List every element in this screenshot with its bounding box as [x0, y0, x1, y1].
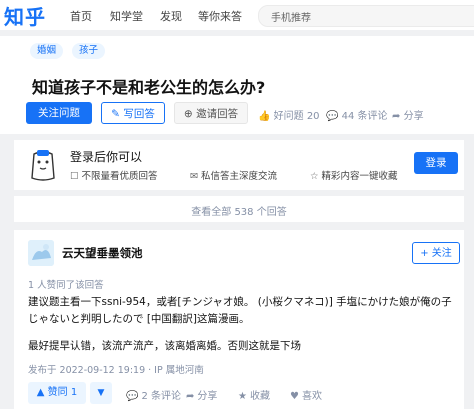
login-prompt-title: 登录后你可以 [70, 150, 143, 164]
answer-share-label: 分享 [197, 391, 218, 402]
topic-tag-children[interactable]: 孩子 [72, 43, 106, 59]
login-button[interactable]: 登录 [414, 152, 458, 174]
perk-label: 不限量看优质回答 [81, 171, 158, 182]
question-title: 知道孩子不是和老公生的怎么办? [32, 78, 266, 97]
zhihu-logo[interactable]: 知乎 [4, 1, 46, 30]
triangle-down-icon: ▼ [97, 388, 105, 398]
answer-like-label: 喜欢 [301, 391, 322, 402]
answer-paragraph-2: 最好提早认错，该流产流产，该离婚离婚。否则这就是下场 [28, 340, 301, 352]
person-plus-icon: ⊕ [183, 108, 193, 120]
answer-paragraph-1: 建议题主看一下ssni-954，或者[チンジャオ娘。 (小桜クマネコ)] 手塩に… [28, 296, 452, 325]
write-answer-button[interactable]: ✎ 写回答 [101, 102, 165, 124]
nav-home[interactable]: 首页 [70, 8, 92, 24]
topic-tag-marriage[interactable]: 婚姻 [30, 43, 64, 59]
question-comments-button[interactable]: 💬 44 条评论 [326, 107, 388, 122]
share-icon: ➦ [186, 391, 195, 402]
question-share-label: 分享 [403, 111, 424, 122]
question-share-button[interactable]: ➦ 分享 [392, 107, 424, 122]
publish-time[interactable]: 发布于 2022-09-12 19:19 · IP 属地河南 [28, 362, 204, 376]
perk-private-message: ✉ 私信答主深度交流 [190, 168, 277, 182]
search-placeholder: 手机推荐 [271, 13, 311, 24]
upvote-summary: 1 人赞同了该回答 [28, 280, 104, 291]
answer-comments-button[interactable]: 💬 2 条评论 [126, 387, 181, 402]
good-question-button[interactable]: 👍 好问题 20 [258, 107, 320, 122]
nav-discover[interactable]: 发现 [160, 8, 182, 24]
follow-question-button[interactable]: 关注问题 [26, 102, 92, 124]
perk-unlimited-answers: ☐ 不限量看优质回答 [70, 168, 158, 182]
perk-collect: ☆ 精彩内容一键收藏 [310, 168, 398, 182]
view-all-answers-link[interactable]: 查看全部 538 个回答 [14, 203, 464, 218]
nav-waiting-answers[interactable]: 等你来答 [198, 8, 242, 24]
heart-icon: ♥ [290, 391, 299, 402]
answer-card: 云天望垂墨领池 + 关注 1 人赞同了该回答 建议题主看一下ssni-954，或… [14, 230, 464, 409]
follow-author-button[interactable]: + 关注 [412, 242, 460, 264]
login-prompt-card: 登录后你可以 ☐ 不限量看优质回答 ✉ 私信答主深度交流 ☆ 精彩内容一键收藏 登录 [14, 140, 464, 190]
invite-answer-button[interactable]: ⊕ 邀请回答 [174, 102, 248, 124]
view-all-answers-bar[interactable]: 查看全部 538 个回答 [14, 196, 464, 222]
answer-like-button[interactable]: ♥ 喜欢 [290, 387, 322, 402]
answer-comments-label: 2 条评论 [141, 391, 181, 402]
checkbox-icon: ☐ [70, 171, 79, 182]
mascot-icon [31, 150, 55, 181]
question-comments-label: 44 条评论 [341, 111, 388, 122]
good-question-label: 好问题 20 [273, 111, 320, 122]
perk-label: 私信答主深度交流 [200, 171, 277, 182]
upvote-label: 赞同 1 [47, 387, 78, 398]
nav-zhixuetang[interactable]: 知学堂 [110, 8, 143, 24]
follow-plus-label: + [420, 248, 432, 259]
star-icon: ☆ [310, 171, 319, 182]
avatar[interactable] [28, 240, 54, 266]
search-input[interactable]: 手机推荐 [258, 5, 474, 27]
comment-icon: 💬 [126, 391, 139, 402]
write-answer-label: 写回答 [123, 108, 155, 120]
question-header: 婚姻 孩子 知道孩子不是和老公生的怎么办? 关注问题 ✎ 写回答 ⊕ 邀请回答 … [0, 36, 474, 134]
invite-answer-label: 邀请回答 [196, 108, 239, 120]
follow-author-label: 关注 [431, 248, 452, 259]
triangle-up-icon: ▲ [36, 387, 45, 398]
downvote-button[interactable]: ▼ [90, 382, 112, 404]
pencil-icon: ✎ [111, 108, 120, 120]
answer-favorite-button[interactable]: ★ 收藏 [238, 387, 270, 402]
thumb-up-icon: 👍 [258, 111, 271, 122]
message-icon: ✉ [190, 171, 198, 182]
author-name[interactable]: 云天望垂墨领池 [62, 245, 143, 261]
star-icon: ★ [238, 391, 247, 402]
upvote-button[interactable]: ▲ 赞同 1 [28, 382, 86, 404]
answer-favorite-label: 收藏 [249, 391, 270, 402]
perk-label: 精彩内容一键收藏 [321, 171, 398, 182]
answer-share-button[interactable]: ➦ 分享 [186, 387, 217, 402]
comment-icon: 💬 [326, 111, 339, 122]
top-navigation-bar: 知乎 首页 知学堂 发现 等你来答 手机推荐 [0, 0, 474, 30]
share-icon: ➦ [392, 111, 401, 122]
